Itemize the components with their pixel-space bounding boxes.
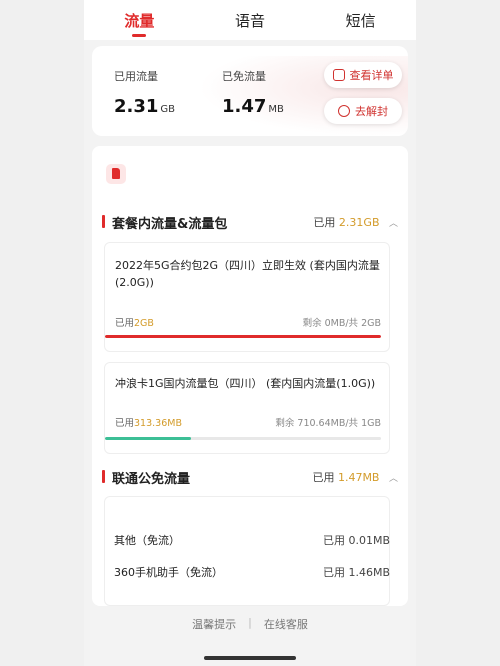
package-item-remain: 剩余 710.64MB/共 1GB bbox=[275, 418, 381, 429]
free-section-title: 联通公免流量 bbox=[102, 468, 190, 487]
free-data-value: 1.47 MB bbox=[222, 96, 284, 117]
package-item-usage-row: 已用2GB 剩余 0MB/共 2GB bbox=[115, 315, 381, 329]
free-section-used: 已用 1.47MB ︿ bbox=[312, 469, 398, 485]
free-item-value: 已用 1.46MB bbox=[322, 566, 390, 579]
unlock-icon bbox=[338, 105, 350, 117]
package-item-remain: 剩余 0MB/共 2GB bbox=[302, 318, 381, 329]
tab-data-label: 流量 bbox=[124, 12, 155, 30]
app-screen: 流量 语音 短信 已用流量 2.31 GB 已免流量 1.47 MB 查看详单 去解… bbox=[84, 0, 416, 666]
tab-voice-label: 语音 bbox=[234, 12, 265, 30]
tab-voice[interactable]: 语音 bbox=[195, 0, 305, 40]
package-item-title: 冲浪卡1G国内流量包（四川） (套内国内流量(1.0G)) bbox=[115, 377, 376, 390]
package-item-card: 2022年5G合约包2G（四川）立即生效 (套内国内流量(2.0G)) 已用2G… bbox=[104, 242, 390, 352]
detail-list-icon bbox=[332, 69, 345, 81]
package-section-title: 套餐内流量&流量包 bbox=[102, 213, 227, 232]
tab-sms-label: 短信 bbox=[345, 12, 376, 30]
usage-progress-fill bbox=[105, 335, 381, 338]
tab-active-indicator bbox=[132, 34, 147, 37]
usage-summary-card: 已用流量 2.31 GB 已免流量 1.47 MB 查看详单 去解封 bbox=[92, 46, 408, 136]
usage-progress-bar bbox=[105, 437, 381, 440]
free-item-name: 其他（免流） bbox=[114, 534, 180, 547]
package-item-usage-row: 已用313.36MB 剩余 710.64MB/共 1GB bbox=[115, 415, 381, 429]
package-section-header[interactable]: 套餐内流量&流量包 已用 2.31GB ︿ bbox=[102, 212, 398, 232]
usage-detail-panel: 套餐内流量&流量包 已用 2.31GB ︿ 2022年5G合约包2G（四川）立即… bbox=[92, 146, 408, 606]
free-data-number: 1.47 bbox=[222, 96, 267, 117]
online-service-link[interactable]: 在线客服 bbox=[264, 616, 308, 636]
usage-progress-bar bbox=[105, 335, 381, 338]
used-data-value: 2.31 GB bbox=[114, 96, 175, 117]
used-data-label: 已用流量 bbox=[114, 70, 158, 83]
used-amount: 2GB bbox=[134, 318, 154, 329]
package-used-prefix: 已用 bbox=[313, 216, 336, 229]
package-item-card: 冲浪卡1G国内流量包（四川） (套内国内流量(1.0G)) 已用313.36MB… bbox=[104, 362, 390, 454]
view-details-button[interactable]: 查看详单 bbox=[324, 62, 402, 88]
free-items-card bbox=[104, 496, 390, 606]
used-data-stat: 已用流量 2.31 GB bbox=[114, 68, 175, 117]
free-item-row: 其他（免流） 已用 0.01MB bbox=[114, 532, 390, 548]
chevron-up-icon[interactable]: ︿ bbox=[389, 474, 398, 484]
used-data-unit: GB bbox=[160, 104, 176, 115]
free-used-amount: 1.47MB bbox=[337, 471, 380, 484]
home-indicator[interactable] bbox=[204, 656, 296, 660]
free-item-value: 已用 0.01MB bbox=[322, 534, 390, 547]
chevron-up-icon[interactable]: ︿ bbox=[389, 219, 398, 229]
tips-link[interactable]: 温馨提示 bbox=[192, 616, 236, 636]
free-item-name: 360手机助手（免流） bbox=[114, 566, 223, 579]
free-used-prefix: 已用 bbox=[312, 471, 335, 484]
tab-data[interactable]: 流量 bbox=[84, 0, 194, 40]
free-data-label: 已免流量 bbox=[222, 70, 266, 83]
free-data-stat: 已免流量 1.47 MB bbox=[222, 68, 284, 117]
free-item-row: 360手机助手（免流） 已用 1.46MB bbox=[114, 564, 390, 580]
sim-card-icon bbox=[106, 164, 126, 184]
used-amount: 313.36MB bbox=[134, 418, 182, 429]
footer-separator: | bbox=[248, 616, 252, 629]
used-data-number: 2.31 bbox=[114, 96, 159, 117]
package-used-amount: 2.31GB bbox=[338, 216, 380, 229]
tab-bar: 流量 语音 短信 bbox=[84, 0, 416, 40]
package-item-used: 已用2GB bbox=[115, 315, 154, 329]
used-prefix: 已用 bbox=[115, 418, 135, 429]
used-prefix: 已用 bbox=[115, 318, 135, 329]
free-section-header[interactable]: 联通公免流量 已用 1.47MB ︿ bbox=[102, 467, 398, 487]
unseal-label: 去解封 bbox=[355, 105, 388, 118]
view-details-label: 查看详单 bbox=[349, 69, 394, 82]
package-section-used: 已用 2.31GB ︿ bbox=[313, 214, 398, 230]
package-item-used: 已用313.36MB bbox=[115, 415, 182, 429]
unseal-button[interactable]: 去解封 bbox=[324, 98, 402, 124]
usage-progress-fill bbox=[105, 437, 191, 440]
footer-links: 温馨提示 | 在线客服 bbox=[84, 616, 416, 636]
package-item-title: 2022年5G合约包2G（四川）立即生效 (套内国内流量(2.0G)) bbox=[115, 259, 380, 289]
tab-sms[interactable]: 短信 bbox=[306, 0, 416, 40]
free-data-unit: MB bbox=[268, 104, 284, 115]
